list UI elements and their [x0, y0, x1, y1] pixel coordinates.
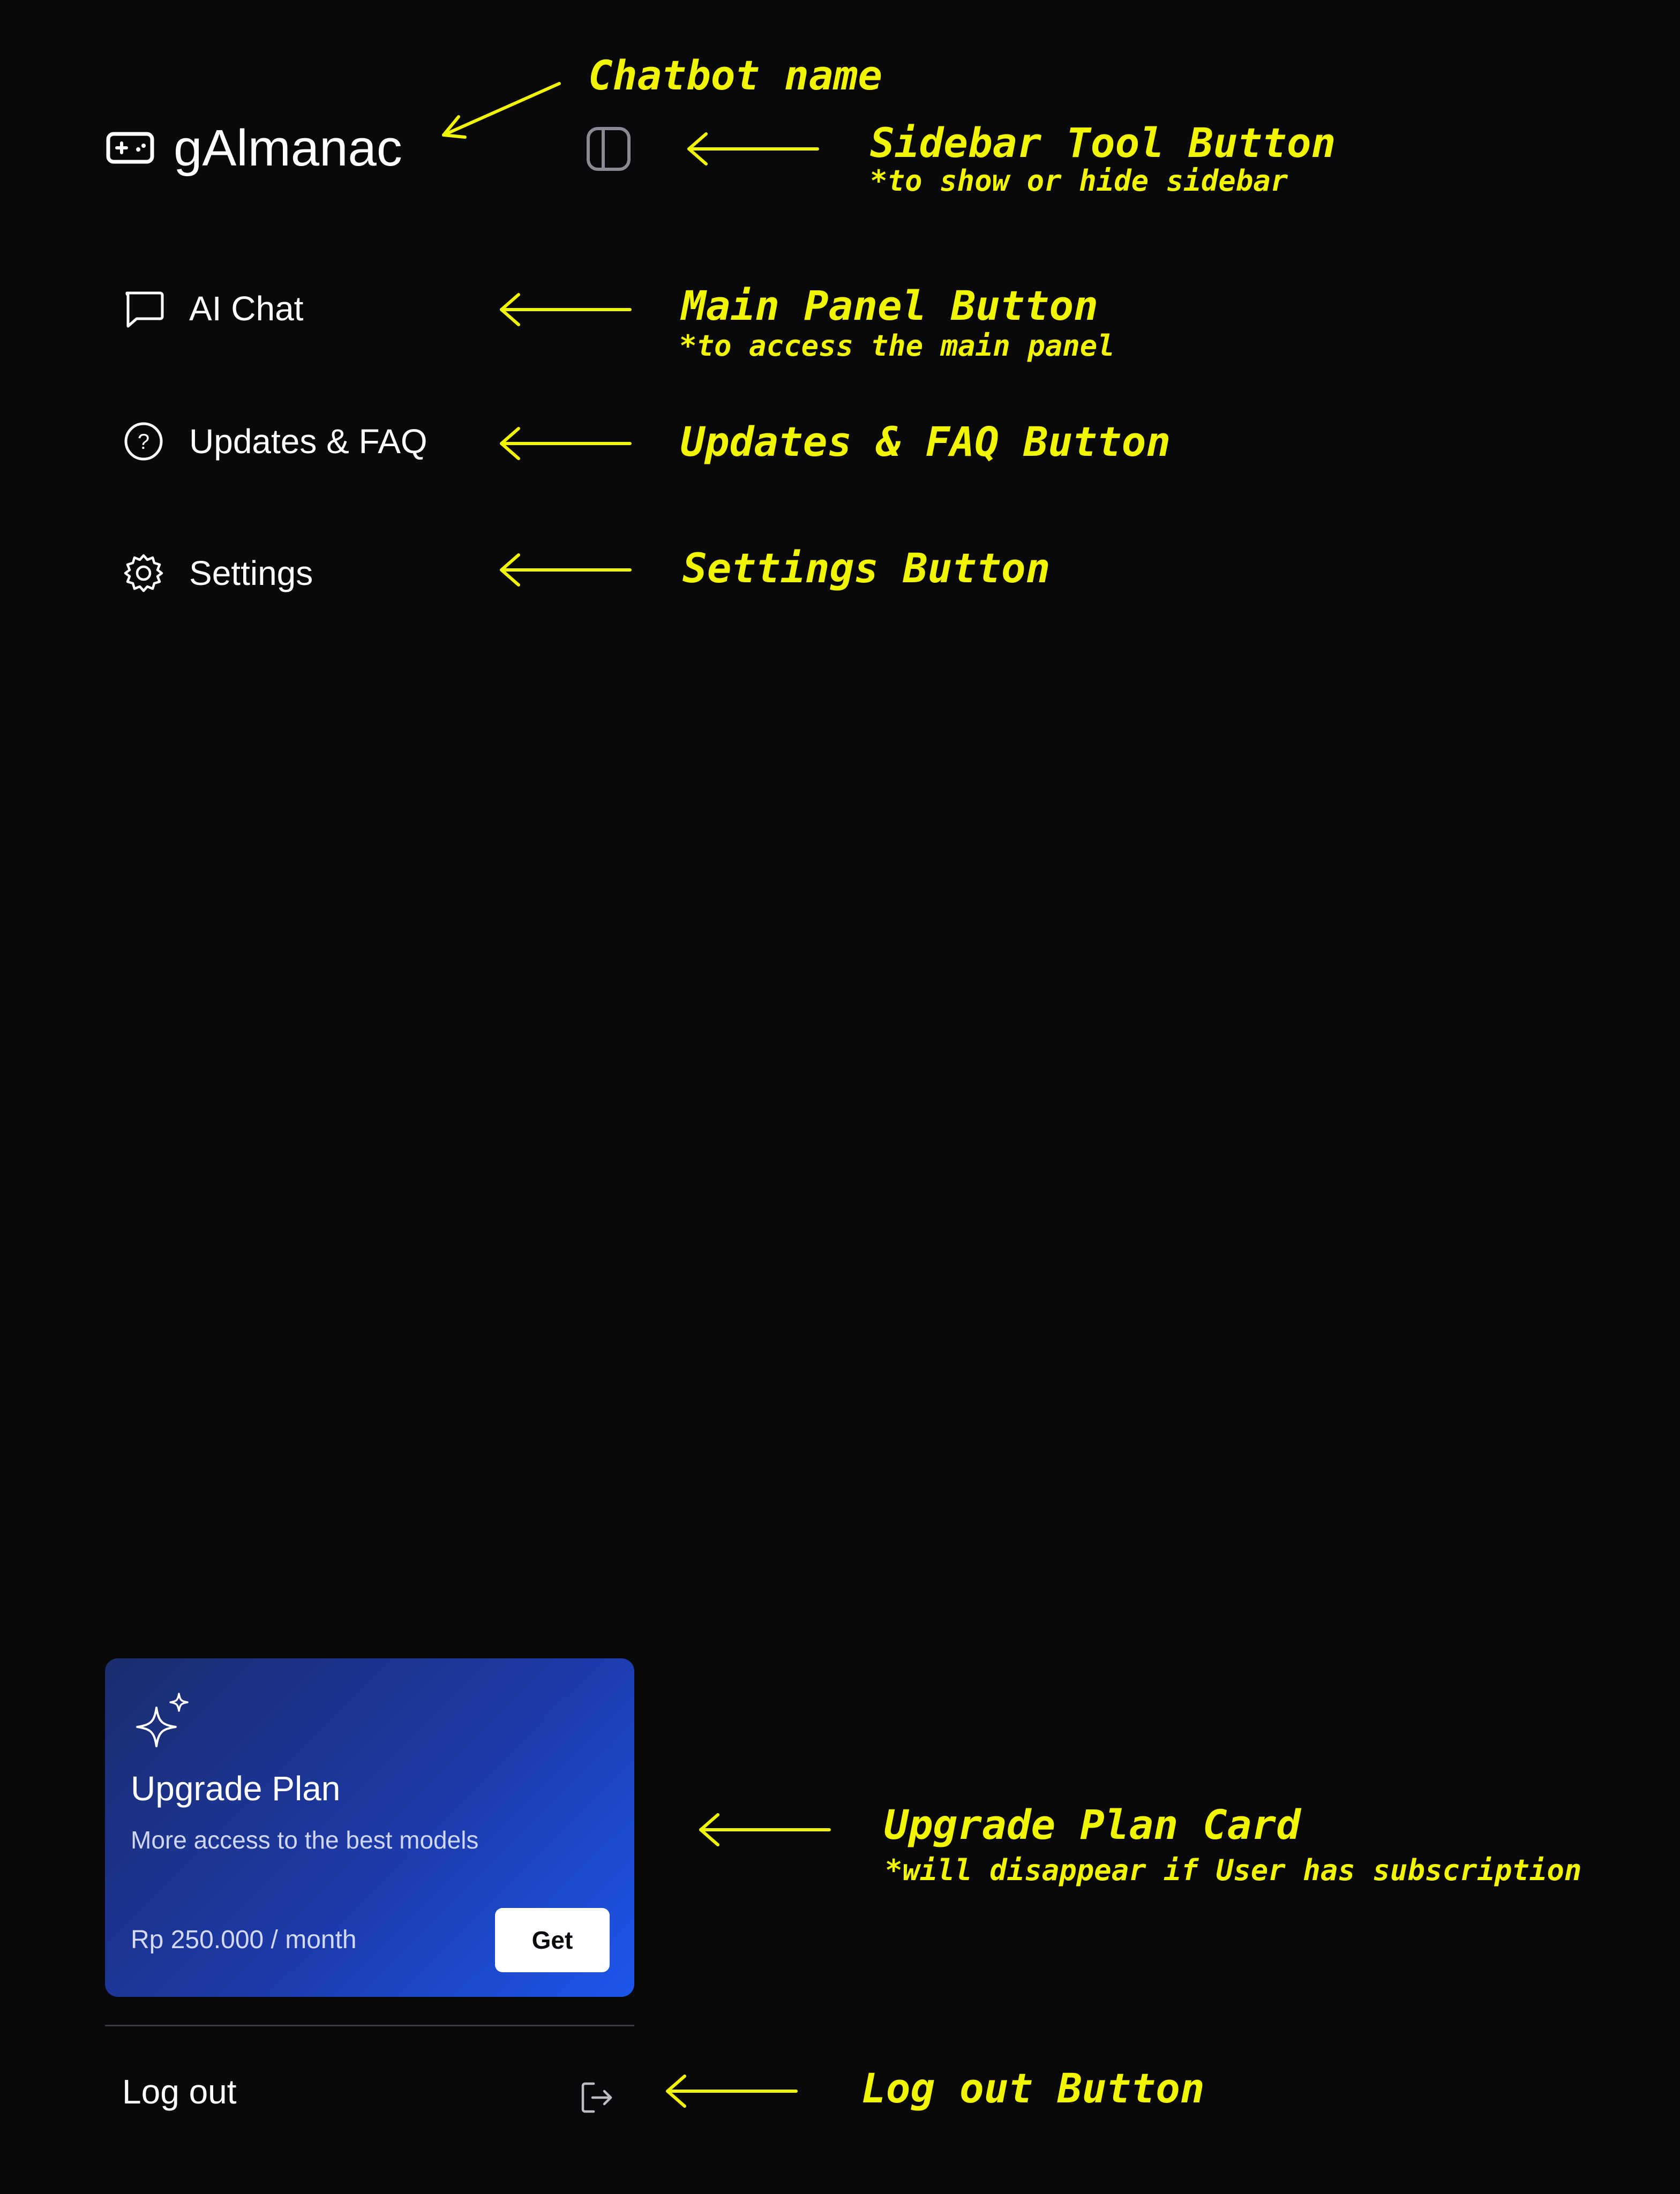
annotation-arrow-updates-faq: [500, 427, 632, 460]
logout-icon[interactable]: [578, 2078, 616, 2117]
annotation-arrow-logout: [666, 2075, 798, 2108]
gear-icon: [124, 554, 163, 592]
chatbot-name: gAlmanac: [174, 119, 402, 177]
upgrade-plan-card: Upgrade Plan More access to the best mod…: [105, 1658, 634, 1997]
nav-item-label: Updates & FAQ: [189, 422, 428, 461]
nav-item-ai-chat[interactable]: AI Chat: [121, 282, 303, 335]
divider: [105, 2025, 634, 2026]
annotation-main-panel: Main Panel Button: [681, 282, 1098, 329]
annotation-arrow-chatbot-name: [442, 82, 561, 139]
sidebar-panel-icon: [587, 127, 631, 171]
annotation-upgrade-card: Upgrade Plan Card: [884, 1801, 1301, 1849]
upgrade-card-subtitle: More access to the best models: [131, 1826, 479, 1854]
upgrade-card-title: Upgrade Plan: [131, 1769, 341, 1808]
annotation-sidebar-tool-note: *to show or hide sidebar: [870, 164, 1288, 198]
annotation-arrow-sidebar-tool: [687, 132, 819, 166]
get-plan-button[interactable]: Get: [495, 1908, 610, 1972]
annotation-logout: Log out Button: [861, 2064, 1205, 2112]
gamepad-icon: [106, 132, 154, 164]
nav-item-updates-faq[interactable]: ? Updates & FAQ: [121, 415, 428, 468]
annotation-chatbot-name: Chatbot name: [588, 51, 883, 99]
sparkle-icon: [136, 1693, 189, 1747]
chat-bubble-icon: [125, 291, 164, 328]
nav-item-label: AI Chat: [189, 289, 304, 328]
annotation-arrow-main-panel: [500, 293, 632, 326]
svg-text:?: ?: [138, 430, 149, 454]
annotation-settings: Settings Button: [682, 544, 1051, 592]
annotation-main-panel-note: *to access the main panel: [679, 329, 1115, 363]
sidebar-toggle-button[interactable]: [584, 124, 633, 174]
annotation-sidebar-tool: Sidebar Tool Button: [870, 119, 1336, 167]
nav-item-settings[interactable]: Settings: [121, 546, 313, 600]
nav-item-label: Settings: [189, 554, 313, 592]
annotation-updates-faq: Updates & FAQ Button: [680, 418, 1171, 465]
annotation-arrow-upgrade-card: [699, 1813, 831, 1846]
annotation-arrow-settings: [500, 553, 632, 587]
annotation-upgrade-card-note: *will disappear if User has subscription: [885, 1853, 1582, 1887]
question-circle-icon: ?: [124, 422, 163, 461]
logout-button[interactable]: Log out: [122, 2072, 237, 2112]
upgrade-card-price: Rp 250.000 / month: [131, 1926, 357, 1954]
